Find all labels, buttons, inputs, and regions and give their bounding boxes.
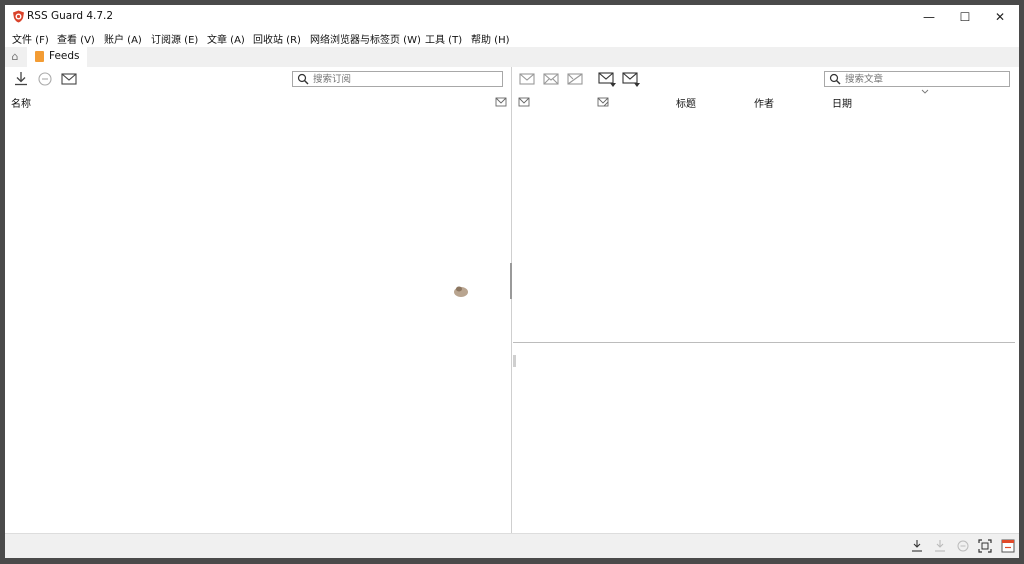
menu-web-browser[interactable]: 网络浏览器与标签页 (W)	[310, 31, 421, 46]
previous-unread-icon[interactable]	[597, 70, 617, 88]
articles-panel: 标题 作者 日期	[513, 67, 1019, 343]
tab-feeds[interactable]: Feeds	[27, 47, 87, 67]
rss-guard-logo-icon	[13, 10, 24, 23]
feeds-search-field[interactable]	[292, 71, 503, 87]
delete-icon[interactable]	[565, 70, 585, 88]
maximize-button[interactable]: ☐	[947, 5, 983, 29]
tab-strip: ⌂ Feeds	[5, 47, 1019, 67]
next-unread-icon[interactable]	[621, 70, 641, 88]
menu-file[interactable]: 文件 (F)	[12, 31, 49, 46]
mark-unread-icon[interactable]	[541, 70, 561, 88]
menu-help[interactable]: 帮助 (H)	[471, 31, 510, 46]
articles-table-header: 标题 作者 日期	[513, 89, 1019, 111]
tab-feeds-label: Feeds	[49, 50, 80, 62]
title-bar: RSS Guard 4.7.2 — ☐ ✕	[5, 5, 1019, 29]
column-header-date[interactable]: 日期	[832, 95, 852, 110]
menu-view[interactable]: 查看 (V)	[57, 31, 95, 46]
feeds-list[interactable]	[5, 111, 510, 533]
feeds-tab-icon	[35, 51, 44, 62]
menu-recycle-bin[interactable]: 回收站 (R)	[253, 31, 301, 46]
sort-descending-icon	[921, 89, 929, 94]
mark-read-icon[interactable]	[517, 70, 537, 88]
status-bar	[5, 533, 1019, 558]
search-icon	[829, 73, 841, 85]
important-column-icon[interactable]	[597, 97, 609, 107]
articles-search-input[interactable]	[845, 72, 995, 86]
column-header-name[interactable]: 名称	[11, 95, 31, 110]
fullscreen-icon[interactable]	[978, 539, 992, 553]
feeds-search-input[interactable]	[313, 72, 463, 86]
articles-list[interactable]	[513, 111, 1019, 343]
column-header-title[interactable]: 标题	[676, 95, 696, 110]
article-preview[interactable]	[513, 345, 1019, 533]
feeds-panel: 名称	[5, 67, 510, 533]
search-icon	[297, 73, 309, 85]
menu-bar: 文件 (F) 查看 (V) 账户 (A) 订阅源 (E) 文章 (A) 回收站 …	[5, 29, 1019, 47]
preview-resize-handle[interactable]	[513, 355, 516, 367]
stop-icon[interactable]	[35, 70, 55, 88]
stop-icon[interactable]	[956, 539, 970, 553]
minimize-button[interactable]: —	[911, 5, 947, 29]
feeds-table-header: 名称	[5, 95, 510, 111]
download-icon[interactable]	[11, 70, 31, 88]
menu-articles[interactable]: 文章 (A)	[207, 31, 245, 46]
cursor-icon	[454, 286, 468, 297]
menu-tools[interactable]: 工具 (T)	[425, 31, 462, 46]
window-title: RSS Guard 4.7.2	[27, 10, 114, 22]
download-icon[interactable]	[910, 539, 924, 553]
menu-feeds[interactable]: 订阅源 (E)	[151, 31, 198, 46]
home-icon[interactable]: ⌂	[6, 47, 24, 67]
articles-search-field[interactable]	[824, 71, 1010, 87]
read-status-column-icon[interactable]	[518, 97, 530, 107]
menu-accounts[interactable]: 账户 (A)	[104, 31, 142, 46]
horizontal-splitter[interactable]	[513, 342, 1015, 343]
column-header-author[interactable]: 作者	[754, 95, 774, 110]
close-tab-icon[interactable]	[1001, 539, 1015, 553]
main-window: RSS Guard 4.7.2 — ☐ ✕ 文件 (F) 查看 (V) 账户 (…	[5, 5, 1019, 558]
close-button[interactable]: ✕	[982, 5, 1018, 29]
mark-read-icon[interactable]	[59, 70, 79, 88]
unread-column-icon[interactable]	[495, 97, 507, 107]
download-disabled-icon[interactable]	[933, 539, 947, 553]
